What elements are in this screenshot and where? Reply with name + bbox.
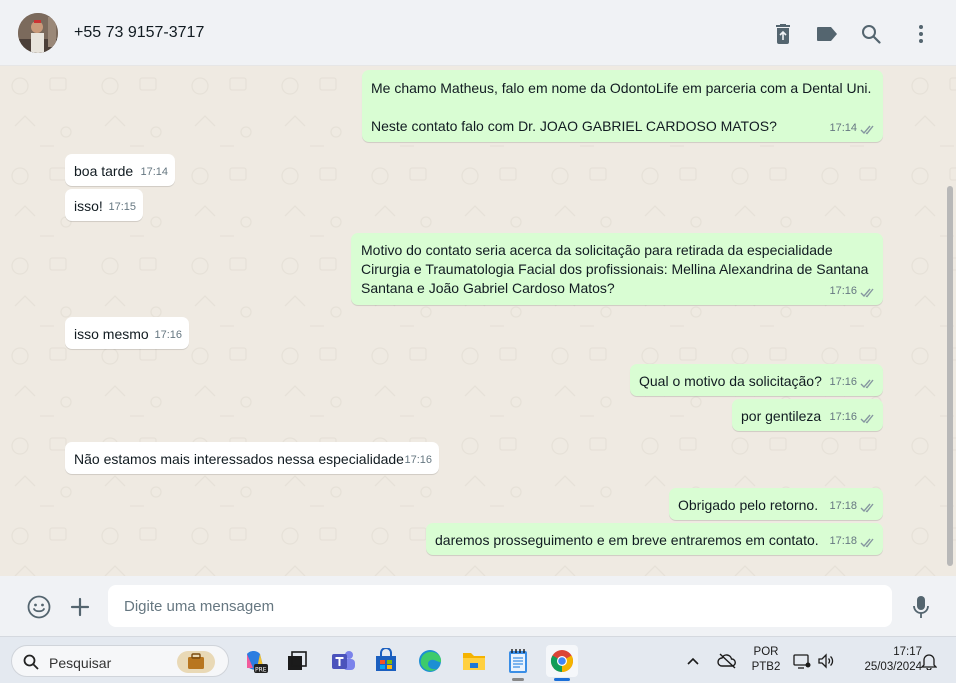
input-language[interactable]: POR PTB2 (748, 646, 784, 673)
delete-icon[interactable] (771, 22, 795, 46)
message-meta: 17:18 (829, 497, 876, 516)
label-icon[interactable] (815, 22, 839, 46)
volume-icon[interactable] (815, 645, 837, 677)
keyboard-layout: PTB2 (751, 661, 781, 673)
store-icon[interactable] (370, 645, 402, 677)
chrome-icon[interactable] (546, 645, 578, 681)
message-time: 17:18 (829, 500, 857, 512)
chat-scrollbar[interactable] (946, 66, 954, 576)
message-meta: 17:16 (829, 282, 876, 301)
search-icon[interactable] (859, 22, 883, 46)
message-meta: 17:16 (829, 408, 876, 427)
message-bubble-incoming[interactable]: isso mesmo 17:16 (65, 317, 189, 349)
message-time: 17:16 (829, 285, 857, 297)
message-bubble-incoming[interactable]: isso! 17:15 (65, 189, 143, 221)
running-indicator (554, 678, 570, 681)
message-time: 17:18 (829, 535, 857, 547)
windows-taskbar: Pesquisar PRE POR PTB2 17:17 25/03/2024 (0, 636, 956, 683)
double-check-icon (860, 501, 876, 513)
chat-header: +55 73 9157-3717 (0, 0, 956, 66)
clock-date: 25/03/2024 (864, 661, 922, 673)
message-time: 17:15 (108, 201, 136, 213)
message-text: Motivo do contato seria acerca da solici… (361, 242, 869, 296)
work-icon (177, 651, 215, 673)
file-explorer-icon[interactable] (458, 645, 490, 677)
more-options-icon[interactable] (909, 22, 933, 46)
message-time: 17:16 (154, 329, 182, 341)
double-check-icon (860, 377, 876, 389)
message-bubble-outgoing[interactable]: Qual o motivo da solicitação? 17:16 (630, 364, 883, 396)
task-view-icon[interactable] (281, 645, 313, 677)
emoji-icon[interactable] (26, 594, 52, 620)
message-time: 17:14 (829, 122, 857, 134)
message-meta: 17:14 (829, 119, 876, 138)
message-text: Me chamo Matheus, falo em nome da Odonto… (371, 80, 872, 134)
language-code: POR (753, 646, 779, 658)
svg-text:PRE: PRE (255, 667, 267, 674)
running-indicator (512, 678, 524, 681)
cloud-offline-icon[interactable] (713, 645, 741, 677)
message-meta: 17:15 (108, 198, 136, 217)
contact-name[interactable]: +55 73 9157-3717 (74, 24, 204, 42)
message-time: 17:16 (829, 411, 857, 423)
clock[interactable]: 17:17 25/03/2024 (846, 646, 922, 673)
message-text: Não estamos mais interessados nessa espe… (74, 451, 404, 467)
message-meta: 17:14 (140, 163, 168, 182)
copilot-icon[interactable]: PRE (239, 645, 271, 677)
edge-icon[interactable] (414, 645, 446, 677)
search-icon (23, 654, 39, 670)
message-bubble-outgoing[interactable]: por gentileza 17:16 (732, 399, 883, 431)
message-bubble-outgoing[interactable]: Obrigado pelo retorno. 17:18 (669, 488, 883, 520)
taskbar-search[interactable]: Pesquisar (11, 645, 229, 677)
chevron-up-icon[interactable] (681, 645, 705, 677)
message-bubble-incoming[interactable]: boa tarde 17:14 (65, 154, 175, 186)
message-bubble-outgoing[interactable]: Motivo do contato seria acerca da solici… (351, 233, 883, 305)
double-check-icon (860, 286, 876, 298)
attach-plus-icon[interactable] (67, 594, 93, 620)
message-meta: 17:16 (829, 373, 876, 392)
message-meta: 17:18 (829, 532, 876, 551)
teams-icon[interactable] (327, 645, 359, 677)
search-label: Pesquisar (49, 655, 112, 671)
message-meta: 17:16 (154, 326, 182, 345)
message-bubble-outgoing[interactable]: daremos prosseguimento e em breve entrar… (426, 523, 883, 555)
contact-avatar[interactable] (18, 13, 58, 53)
message-composer (0, 576, 956, 636)
message-time: 17:14 (140, 166, 168, 178)
double-check-icon (860, 123, 876, 135)
double-check-icon (860, 412, 876, 424)
notepad-icon[interactable] (502, 645, 534, 681)
network-icon[interactable] (791, 645, 813, 677)
message-time: 17:16 (829, 376, 857, 388)
notification-bell-icon[interactable] (918, 645, 940, 677)
message-bubble-outgoing[interactable]: Me chamo Matheus, falo em nome da Odonto… (362, 70, 883, 142)
message-time: 17:16 (404, 454, 432, 466)
message-meta: 17:16 (404, 451, 432, 470)
microphone-icon[interactable] (908, 594, 934, 620)
message-text: daremos prosseguimento e em breve entrar… (435, 532, 819, 548)
double-check-icon (860, 536, 876, 548)
scrollbar-thumb[interactable] (947, 186, 953, 566)
message-input[interactable] (108, 585, 892, 627)
chat-area[interactable]: Me chamo Matheus, falo em nome da Odonto… (0, 66, 956, 576)
clock-time: 17:17 (893, 646, 922, 658)
message-bubble-incoming[interactable]: Não estamos mais interessados nessa espe… (65, 442, 439, 474)
